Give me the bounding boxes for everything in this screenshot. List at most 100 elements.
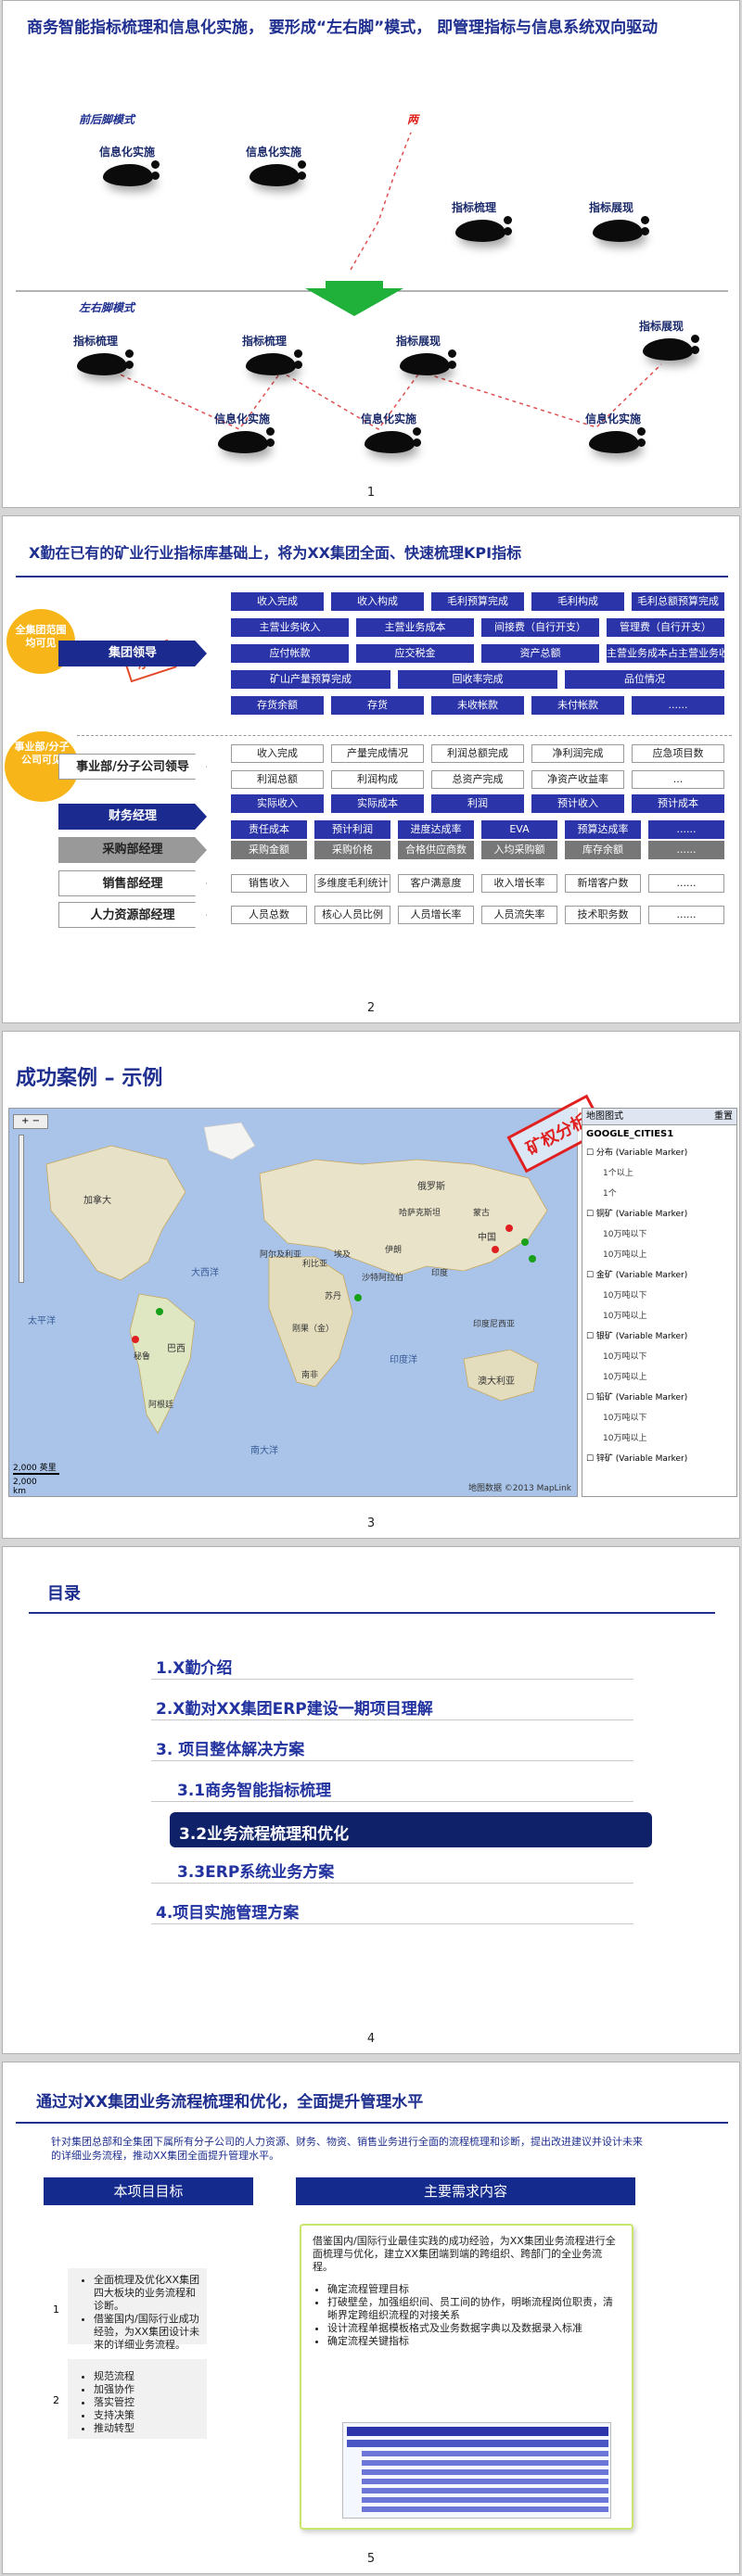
footprint-after-bottom-3: 信息化实施 xyxy=(572,412,646,457)
goal-2-number: 2 xyxy=(53,2394,59,2406)
map-label-algeria: 阿尔及利亚 xyxy=(260,1250,302,1260)
footprint-before-4: 指标展现 xyxy=(576,201,649,246)
map-label-saudi: 沙特阿拉伯 xyxy=(362,1274,404,1283)
toc-item-4[interactable]: 4.项目实施管理方案 xyxy=(156,1899,299,1922)
process-diagram-thumbnail xyxy=(342,2422,611,2519)
footprint-after-top-4: 指标展现 xyxy=(626,320,699,364)
kpi-cell: 矿山产量预算完成 xyxy=(231,670,390,689)
map-marker-red[interactable] xyxy=(505,1225,513,1232)
kpi-cell: ...... xyxy=(648,841,724,859)
toc-item-3[interactable]: 3. 项目整体解决方案 xyxy=(156,1736,304,1759)
kpi-cell: 未付帐款 xyxy=(531,696,624,715)
slide-3: 成功案例 – 示例 加拿大 大西洋 太平洋 印度洋 南大洋 阿尔及利亚 利比亚 … xyxy=(2,1031,740,1539)
kpi-cell: ... xyxy=(632,770,724,789)
slide-1-title: 商务智能指标梳理和信息化实施， 要形成“左右脚”模式， 即管理指标与信息系统双向… xyxy=(27,19,659,37)
map-view[interactable]: 加拿大 大西洋 太平洋 印度洋 南大洋 阿尔及利亚 利比亚 埃及 沙特阿拉伯 中… xyxy=(8,1108,578,1497)
map-marker-green[interactable] xyxy=(354,1294,362,1301)
scale-bar-km: 2,000 km xyxy=(13,1478,50,1496)
after-mode-label: 左右脚模式 xyxy=(79,301,135,314)
dashed-trend-before xyxy=(350,132,412,271)
need-bullet: 确定流程管理目标 xyxy=(327,2283,620,2296)
intro-text: 针对集团总部和全集团下属所有分子公司的人力资源、财务、物资、销售业务进行全面的流… xyxy=(51,2136,643,2162)
kpi-cell: 资产总额 xyxy=(481,644,599,663)
legend-close-button[interactable]: 重置 xyxy=(714,1109,733,1125)
map-copyright: 地图数据 ©2013 MapLink xyxy=(467,1484,571,1493)
kpi-cell: 毛利总额预算完成 xyxy=(632,592,724,611)
kpi-cell: 人员总数 xyxy=(231,906,307,924)
kpi-cell: 收入构成 xyxy=(331,592,424,611)
legend-items: ☐ 分布 (Variable Marker) 1个以上 1个 ☐ 铜矿 (Variab… xyxy=(582,1143,736,1469)
map-label-argentina: 阿根廷 xyxy=(148,1401,174,1410)
kpi-role-label: 财务经理 xyxy=(58,804,207,830)
kpi-cell: 技术职务数 xyxy=(565,906,641,924)
kpi-cell: 回收率完成 xyxy=(398,670,557,689)
kpi-cell: 应付帐款 xyxy=(231,644,349,663)
needs-box: 借鉴国内/国际行业最佳实践的成功经验，为XX集团业务流程进行全面梳理与优化，建立… xyxy=(300,2224,633,2530)
goal-1-number: 1 xyxy=(53,2303,59,2316)
legend-item: 10万吨以上 xyxy=(603,1250,647,1260)
kpi-cell: 利润构成 xyxy=(331,770,424,789)
map-label-kazakhstan: 哈萨克斯坦 xyxy=(399,1209,441,1218)
kpi-cell: 产量完成情况 xyxy=(331,744,424,763)
footprint-after-bottom-2: 信息化实施 xyxy=(348,412,421,457)
page-number: 3 xyxy=(366,1516,376,1530)
map-label-brazil: 巴西 xyxy=(167,1344,186,1354)
slide-2-title: X勤在已有的矿业行业指标库基础上，将为XX集团全面、快速梳理KPI指标 xyxy=(29,544,522,562)
kpi-cell: 预算达成率 xyxy=(565,820,641,839)
kpi-cell: 净利润完成 xyxy=(531,744,624,763)
kpi-role-label: 集团领导 xyxy=(58,641,207,666)
kpi-cell: ...... xyxy=(632,696,724,715)
toc-item-3-2-highlight[interactable]: 3.2业务流程梳理和优化 xyxy=(170,1812,652,1847)
toc-item-3-1[interactable]: 3.1商务智能指标梳理 xyxy=(177,1777,331,1800)
kpi-cell: 品位情况 xyxy=(565,670,724,689)
kpi-cell: ...... xyxy=(648,906,724,924)
kpi-cell: 存货余额 xyxy=(231,696,324,715)
slide-2: X勤在已有的矿业行业指标库基础上，将为XX集团全面、快速梳理KPI指标 全集团范… xyxy=(2,515,740,1023)
legend-item: 10万吨以下 xyxy=(603,1230,647,1239)
goal-2-bullet: 推动转型 xyxy=(94,2422,201,2435)
footprint-before-2: 信息化实施 xyxy=(233,146,306,190)
need-bullet: 确定流程关键指标 xyxy=(327,2335,620,2348)
map-marker-green[interactable] xyxy=(529,1255,536,1263)
pan-slider[interactable] xyxy=(19,1135,24,1283)
zoom-control[interactable]: + − xyxy=(13,1114,48,1129)
map-marker-red[interactable] xyxy=(132,1336,139,1343)
map-label-atlantic: 大西洋 xyxy=(191,1268,219,1278)
legend-item[interactable]: ☐ 锌矿 (Variable Marker) xyxy=(586,1449,736,1469)
legend-item[interactable]: ☐ 金矿 (Variable Marker) xyxy=(586,1265,736,1286)
slide-3-title: 成功案例 – 示例 xyxy=(16,1067,163,1090)
legend-item: 10万吨以下 xyxy=(603,1352,647,1362)
kpi-cell: 新增客户数 xyxy=(565,874,641,893)
map-marker-green[interactable] xyxy=(521,1238,529,1246)
page-number: 1 xyxy=(366,486,376,500)
map-marker-green[interactable] xyxy=(156,1308,163,1315)
kpi-cell: 应交税金 xyxy=(356,644,474,663)
toc-item-2[interactable]: 2.X勤对XX集团ERP建设一期项目理解 xyxy=(156,1695,433,1719)
goal-1-bullet: 借鉴国内/国际行业成功经验，为XX集团设计未来的详细业务流程。 xyxy=(94,2313,201,2352)
title-underline xyxy=(29,1612,715,1614)
legend-item[interactable]: ☐ 铅矿 (Variable Marker) xyxy=(586,1388,736,1408)
legend-item[interactable]: ☐ 银矿 (Variable Marker) xyxy=(586,1326,736,1347)
map-marker-red[interactable] xyxy=(492,1246,499,1253)
map-label-peru: 秘鲁 xyxy=(134,1352,151,1362)
kpi-cell: 利润总额完成 xyxy=(431,744,524,763)
legend-item[interactable]: ☐ 铜矿 (Variable Marker) xyxy=(586,1204,736,1225)
map-label-canada: 加拿大 xyxy=(83,1196,111,1206)
map-label-sudan: 苏丹 xyxy=(325,1292,342,1301)
footprint-after-bottom-1: 信息化实施 xyxy=(201,412,275,457)
kpi-role-label: 销售部经理 xyxy=(58,870,207,896)
toc-item-3-3[interactable]: 3.3ERP系统业务方案 xyxy=(177,1859,334,1882)
toc-item-1[interactable]: 1.X勤介绍 xyxy=(156,1655,232,1678)
kpi-cell: 收入完成 xyxy=(231,592,324,611)
toc-item-3-2: 3.2业务流程梳理和优化 xyxy=(179,1825,350,1844)
map-label-indonesia: 印度尼西亚 xyxy=(473,1320,516,1329)
goal-2-bullet: 加强协作 xyxy=(94,2383,201,2396)
footprint-after-top-3: 指标展现 xyxy=(383,335,456,379)
legend-item[interactable]: ☐ 分布 (Variable Marker) xyxy=(586,1143,736,1163)
legend-item: 10万吨以上 xyxy=(603,1434,647,1443)
slide-5-title: 通过对XX集团业务流程梳理和优化，全面提升管理水平 xyxy=(36,2093,424,2112)
kpi-cell: 未收帐款 xyxy=(431,696,524,715)
map-label-pacific: 太平洋 xyxy=(28,1316,56,1326)
kpi-cell: 管理费（自行开支） xyxy=(607,618,724,637)
map-label-south-africa: 南非 xyxy=(301,1371,319,1380)
